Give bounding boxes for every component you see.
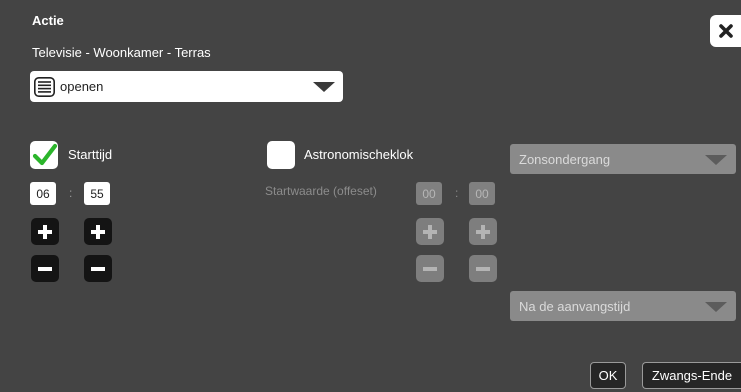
offset-hour-decrement-button[interactable]	[416, 255, 444, 282]
action-dialog: Actie Televisie - Woonkamer - Terras ope…	[0, 0, 741, 392]
offset-minute-decrement-button[interactable]	[469, 255, 497, 282]
chevron-down-icon	[313, 82, 335, 92]
relation-select-value: Na de aanvangstijd	[519, 299, 631, 314]
minus-icon	[476, 266, 490, 271]
dialog-subtitle: Televisie - Woonkamer - Terras	[32, 45, 211, 60]
minus-icon	[38, 266, 52, 271]
sun-event-select[interactable]: Zonsondergang	[510, 144, 736, 174]
minute-increment-button[interactable]	[84, 218, 112, 245]
blinds-icon	[34, 76, 55, 97]
starttijd-label: Starttijd	[68, 147, 113, 162]
plus-icon	[423, 224, 437, 239]
offset-hour-field[interactable]: 00	[416, 182, 442, 205]
dialog-title: Actie	[32, 13, 64, 28]
checkmark-icon	[32, 143, 58, 166]
close-button[interactable]	[710, 15, 741, 47]
start-minute-field[interactable]: 55	[84, 182, 110, 205]
offset-hour-increment-button[interactable]	[416, 218, 444, 245]
hour-increment-button[interactable]	[31, 218, 59, 245]
offset-separator: :	[455, 186, 459, 200]
astronomischeklok-checkbox[interactable]	[267, 141, 295, 169]
hour-decrement-button[interactable]	[31, 255, 59, 282]
offset-minute-increment-button[interactable]	[469, 218, 497, 245]
action-select[interactable]: openen	[30, 71, 343, 102]
plus-icon	[91, 224, 105, 239]
plus-icon	[38, 224, 52, 239]
minus-icon	[91, 266, 105, 271]
starttijd-checkbox[interactable]	[30, 141, 58, 169]
chevron-down-icon	[705, 302, 727, 312]
chevron-down-icon	[705, 155, 727, 165]
sun-event-select-value: Zonsondergang	[519, 152, 611, 167]
force-end-button[interactable]: Zwangs-Ende	[642, 362, 741, 389]
start-hour-field[interactable]: 06	[30, 182, 56, 205]
relation-select[interactable]: Na de aanvangstijd	[510, 291, 736, 321]
action-select-value: openen	[60, 79, 104, 94]
offset-minute-field[interactable]: 00	[469, 182, 495, 205]
close-icon	[718, 24, 733, 38]
ok-button[interactable]: OK	[590, 362, 626, 389]
plus-icon	[476, 224, 490, 239]
minute-decrement-button[interactable]	[84, 255, 112, 282]
astronomischeklok-label: Astronomischeklok	[304, 147, 414, 162]
time-separator: :	[69, 186, 73, 200]
offset-label: Startwaarde (offeset)	[265, 184, 377, 198]
minus-icon	[423, 266, 437, 271]
